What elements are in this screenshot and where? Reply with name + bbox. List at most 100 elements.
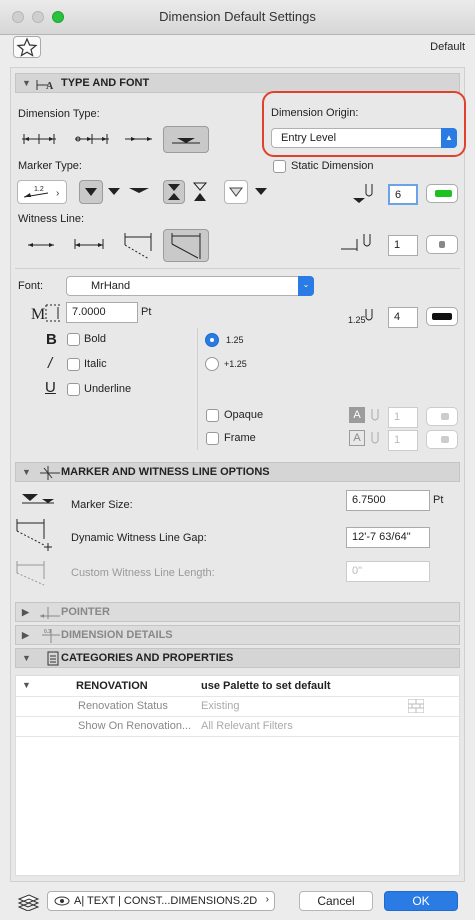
frame-label: Frame: [224, 432, 256, 444]
witness-short-icon: [74, 239, 104, 249]
svg-text:0.3: 0.3: [44, 629, 51, 635]
table-group-row[interactable]: ▼ RENOVATION use Palette to set default: [16, 676, 459, 697]
section-header-dimension-details[interactable]: ▶ 0.3 DIMENSION DETAILS: [15, 625, 460, 645]
section-header-marker-witness[interactable]: ▼ MARKER AND WITNESS LINE OPTIONS: [15, 462, 460, 482]
marker-pen-field[interactable]: 6: [388, 184, 418, 205]
property-value: All Relevant Filters: [201, 720, 293, 732]
text-position-radio-inline[interactable]: [205, 357, 219, 371]
cancel-button[interactable]: Cancel: [299, 891, 373, 911]
filled-triangle-icon: [85, 188, 97, 196]
witness-line-angled-button[interactable]: [121, 231, 155, 264]
section-header-type-font[interactable]: ▼ A TYPE AND FONT: [15, 73, 460, 93]
expanded-triangle-icon: ▼: [22, 680, 31, 690]
marker-type-label: Marker Type:: [18, 160, 82, 172]
table-row[interactable]: Show On Renovation... All Relevant Filte…: [16, 716, 459, 737]
font-label: Font:: [18, 280, 44, 292]
witness-gap-icon: [16, 519, 52, 551]
section-header-categories[interactable]: ▼ CATEGORIES AND PROPERTIES: [15, 648, 460, 668]
linear-dimension-icon: [22, 134, 56, 144]
dimension-type-linear-button[interactable]: [19, 127, 59, 151]
marker-style-double-button[interactable]: [163, 180, 185, 204]
divider: [15, 268, 460, 269]
font-size-unit: Pt: [141, 306, 152, 318]
underline-icon: U: [45, 379, 56, 396]
bold-checkbox[interactable]: [67, 333, 80, 346]
italic-checkbox[interactable]: [67, 358, 80, 371]
table-row[interactable]: Renovation Status Existing: [16, 696, 459, 717]
witness-pen-icon: [341, 234, 371, 251]
underline-label: Underline: [84, 383, 132, 395]
marker-size-field[interactable]: 6.7500: [346, 490, 430, 511]
svg-text:1.2: 1.2: [34, 186, 44, 193]
frame-pen-icon: [371, 432, 379, 444]
opaque-pen-color-swatch[interactable]: [426, 407, 458, 426]
text-pen-color-swatch[interactable]: [426, 307, 458, 326]
ok-button[interactable]: OK: [384, 891, 458, 911]
marker-style-small-button[interactable]: [105, 186, 125, 201]
section-title: POINTER: [61, 606, 110, 618]
frame-pen-field[interactable]: 1: [388, 430, 418, 451]
frame-pen-color-swatch[interactable]: [426, 430, 458, 449]
expanded-triangle-icon: ▼: [22, 653, 31, 663]
property-value: Existing: [201, 700, 240, 712]
custom-length-field[interactable]: 0": [346, 561, 430, 582]
marker-style-outline-double-button[interactable]: [190, 180, 210, 207]
marker-style-filled-button[interactable]: [79, 180, 103, 204]
section-title: TYPE AND FONT: [61, 77, 150, 89]
dimension-origin-select[interactable]: Entry Level ▲: [271, 128, 457, 148]
chevron-down-icon: ⌄: [298, 276, 314, 296]
layer-value: A| TEXT | CONST...DIMENSIONS.2D: [74, 895, 258, 907]
star-icon: [16, 37, 38, 57]
underline-checkbox[interactable]: [67, 383, 80, 396]
marker-style-flat-button[interactable]: [127, 186, 151, 201]
witness-gap-label: Dynamic Witness Line Gap:: [71, 532, 207, 544]
witness-line-none-button[interactable]: [25, 238, 57, 255]
witness-line-label: Witness Line:: [18, 213, 85, 225]
witness-line-full-button[interactable]: [163, 229, 209, 262]
small-triangle-icon: [108, 188, 120, 195]
marker-preview-icon: 1.2 ›: [23, 186, 59, 199]
dimension-type-base-button[interactable]: [163, 126, 209, 153]
dimension-type-cumulative-button[interactable]: [72, 127, 112, 151]
marker-style-small-filled-button[interactable]: [252, 186, 270, 201]
favorites-button[interactable]: [13, 36, 41, 58]
svg-text:M: M: [31, 306, 45, 323]
text-pen-field[interactable]: 4: [388, 307, 418, 328]
vertical-divider: [197, 328, 198, 450]
section-title: MARKER AND WITNESS LINE OPTIONS: [61, 466, 270, 478]
marker-style-outline-button[interactable]: [224, 180, 248, 204]
property-name: Show On Renovation...: [78, 720, 192, 732]
witness-pen-field[interactable]: 1: [388, 235, 418, 256]
marker-pen-color-swatch[interactable]: [426, 184, 458, 203]
group-name: RENOVATION: [76, 680, 148, 692]
italic-icon: /: [48, 355, 53, 372]
bold-label: Bold: [84, 333, 107, 345]
property-name: Renovation Status: [78, 700, 168, 712]
static-dimension-label: Static Dimension: [291, 160, 374, 172]
marker-type-dropdown[interactable]: 1.2 ›: [17, 180, 67, 204]
witness-full-icon: [171, 233, 201, 259]
opaque-pen-field[interactable]: 1: [388, 407, 418, 428]
font-value: MrHand: [91, 280, 131, 292]
flat-triangle-icon: [129, 188, 149, 193]
layer-select[interactable]: A| TEXT | CONST...DIMENSIONS.2D ›: [47, 891, 275, 911]
radio-label-inline: +1.25: [224, 359, 247, 369]
font-select[interactable]: MrHand ⌄: [66, 276, 314, 296]
title-bar: Dimension Default Settings: [0, 0, 475, 35]
frame-checkbox[interactable]: [206, 432, 219, 445]
dimension-type-elevation-button[interactable]: [122, 127, 156, 151]
witness-pen-color-swatch[interactable]: [426, 235, 458, 254]
opaque-checkbox[interactable]: [206, 409, 219, 422]
text-position-radio-above[interactable]: [205, 333, 219, 347]
bold-icon: B: [46, 331, 57, 348]
outline-triangle-icon: [229, 187, 243, 197]
section-header-pointer[interactable]: ▶ POINTER: [15, 602, 460, 622]
static-dimension-checkbox[interactable]: [273, 160, 286, 173]
font-size-field[interactable]: 7.0000: [66, 302, 138, 323]
opaque-fill-icon: A: [349, 407, 365, 423]
witness-line-short-button[interactable]: [72, 235, 106, 256]
opaque-pen-icon: [371, 409, 379, 421]
marker-size-unit: Pt: [433, 494, 444, 506]
witness-gap-field[interactable]: 12'-7 63/64": [346, 527, 430, 548]
group-value: use Palette to set default: [201, 680, 331, 692]
